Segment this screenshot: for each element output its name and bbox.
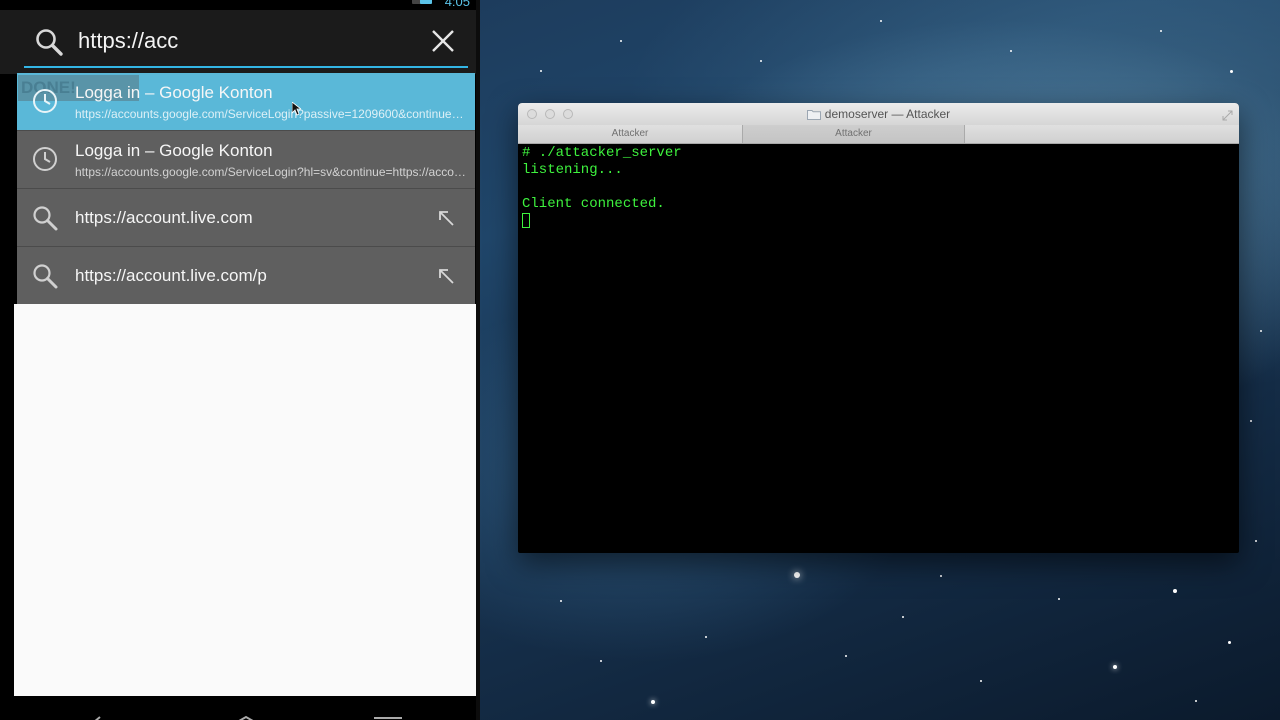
suggestion-title: https://account.live.com/p [75,266,267,285]
fullscreen-icon[interactable] [1222,108,1233,121]
mouse-pointer-icon [291,101,303,116]
suggestion-title: Logga in – Google Konton [75,83,273,102]
phone-edge [476,0,480,720]
window-title-wrap: demoserver — Attacker [518,103,1239,125]
url-bar [0,10,480,74]
terminal-window: demoserver — Attacker Attacker Attacker … [518,103,1239,553]
terminal-line: Client connected. [522,196,665,212]
search-icon [31,204,59,232]
recents-icon[interactable] [372,712,404,720]
suggestion-item[interactable]: https://account.live.com [17,189,475,247]
suggestion-item[interactable]: DONE! Logga in – Google Konton https://a… [17,73,475,131]
folder-icon [806,105,821,120]
search-icon [34,27,64,57]
suggestion-url: https://accounts.google.com/ServiceLogin… [75,107,470,121]
terminal-cursor-line [522,213,1232,230]
battery-icon [420,0,432,4]
back-icon[interactable] [88,712,108,720]
tab-attacker-2[interactable]: Attacker [742,125,965,143]
suggestion-title: Logga in – Google Konton [75,141,273,160]
clear-button[interactable] [428,26,458,56]
terminal-output[interactable]: # ./attacker_server listening... Client … [522,145,1232,545]
history-clock-icon [31,145,59,173]
terminal-line: listening... [522,162,623,178]
terminal-line: # ./attacker_server [522,145,682,161]
search-icon [31,262,59,290]
refine-arrow-icon[interactable] [437,209,455,227]
page-content [14,304,476,696]
android-browser: 4:05 DONE! Logga [0,0,480,720]
close-icon [432,30,454,52]
status-bar: 4:05 [0,0,480,10]
status-clock: 4:05 [444,0,470,9]
history-clock-icon [31,87,59,115]
terminal-cursor [522,213,530,228]
home-icon[interactable] [228,712,264,720]
window-titlebar[interactable]: demoserver — Attacker [518,103,1239,126]
url-input[interactable] [78,26,418,56]
suggestion-item[interactable]: Logga in – Google Konton https://account… [17,131,475,189]
refine-arrow-icon[interactable] [437,267,455,285]
navigation-bar [0,696,480,720]
suggestion-title: https://account.live.com [75,208,253,227]
suggestion-url: https://accounts.google.com/ServiceLogin… [75,165,470,179]
window-title: demoserver — Attacker [824,107,951,121]
tab-bar: Attacker Attacker [518,125,1239,144]
suggestion-item[interactable]: https://account.live.com/p [17,247,475,304]
tab-attacker-1[interactable]: Attacker [518,125,742,143]
url-underline [24,66,468,68]
suggestion-list: DONE! Logga in – Google Konton https://a… [17,73,475,304]
